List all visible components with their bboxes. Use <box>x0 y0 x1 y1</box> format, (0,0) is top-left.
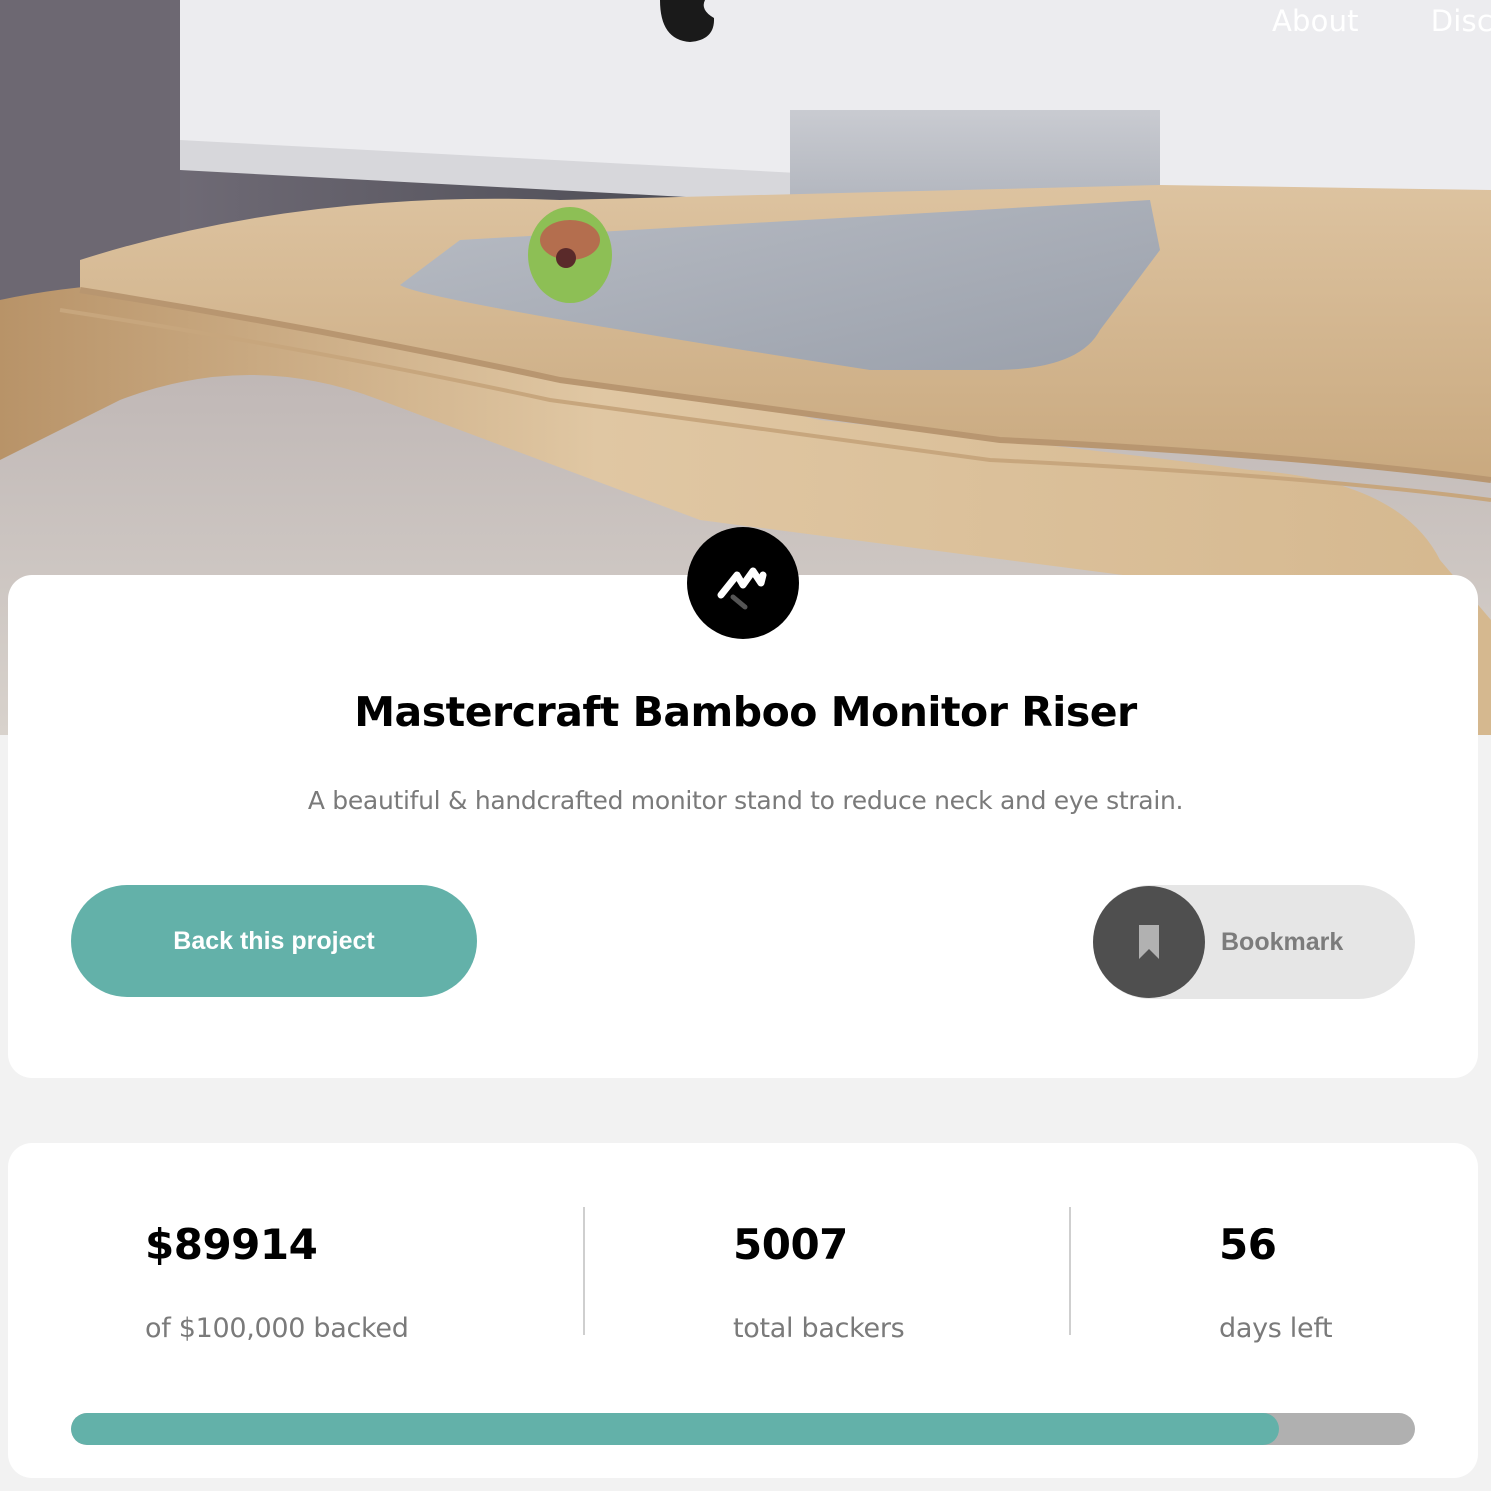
bookmark-icon-circle <box>1093 886 1205 998</box>
days-left-caption: days left <box>1219 1313 1333 1344</box>
days-left-count: 56 <box>1219 1220 1277 1269</box>
funding-progress-fill <box>71 1413 1280 1445</box>
backers-caption: total backers <box>733 1313 905 1344</box>
bookmark-label: Bookmark <box>1221 927 1344 956</box>
back-project-button[interactable]: Back this project <box>71 885 477 997</box>
funding-progress-bar <box>71 1413 1415 1445</box>
stat-divider <box>1069 1207 1071 1335</box>
mastercraft-logo-icon <box>687 527 799 639</box>
project-intro-card <box>8 575 1478 1078</box>
backed-amount: $89914 <box>145 1220 318 1269</box>
stat-divider <box>583 1207 585 1335</box>
logo-mark <box>717 567 767 610</box>
backed-caption: of $100,000 backed <box>145 1313 409 1344</box>
backers-count: 5007 <box>733 1220 848 1269</box>
bookmark-icon <box>1139 925 1159 959</box>
top-nav: About Disc <box>1272 0 1491 42</box>
project-description: A beautiful & handcrafted monitor stand … <box>307 786 1184 815</box>
nav-link-about[interactable]: About <box>1272 4 1359 38</box>
project-title: Mastercraft Bamboo Monitor Riser <box>354 688 1137 736</box>
nav-link-discover[interactable]: Disc <box>1431 4 1491 38</box>
bookmark-button[interactable]: Bookmark <box>1093 885 1415 999</box>
